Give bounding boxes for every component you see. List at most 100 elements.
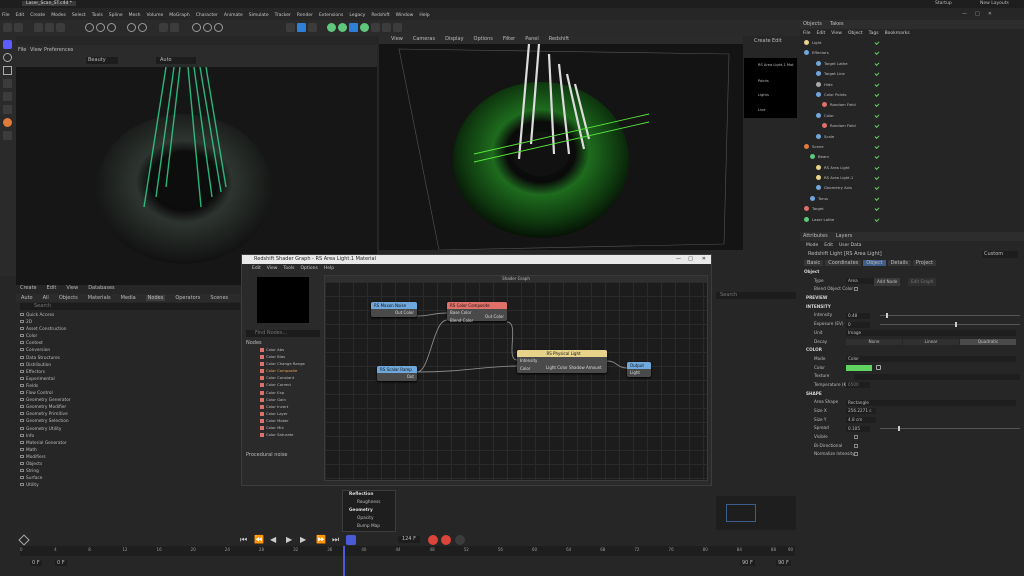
enabled-check-icon[interactable] <box>872 112 880 121</box>
paint-tool-icon[interactable] <box>3 118 12 127</box>
node-physical-light[interactable]: RS Physical Light Intensity Color Light Col… <box>517 350 607 373</box>
object-row[interactable]: Beam <box>800 152 1024 162</box>
enabled-check-icon[interactable] <box>872 39 880 48</box>
asset-tree-item[interactable]: Surface <box>20 475 82 482</box>
enabled-check-icon[interactable] <box>872 174 880 183</box>
loop-button[interactable] <box>346 535 356 545</box>
asset-search-input[interactable]: Search <box>20 303 240 310</box>
side-item-2[interactable]: Lights <box>758 93 769 97</box>
vp-right-menu-6[interactable]: Redshift <box>549 36 569 42</box>
graph-canvas[interactable]: Shader Graph RS Maxon Noise Out Color RS … <box>324 275 708 481</box>
menu-item-13[interactable]: Tracker <box>275 13 291 18</box>
asset-tab-0[interactable]: Auto <box>21 295 33 301</box>
asset-tree-item[interactable]: Quick Access <box>20 312 82 319</box>
object-row[interactable]: RS Area Light.1 <box>800 173 1024 183</box>
checkbox[interactable] <box>854 435 858 440</box>
close-icon[interactable]: ✕ <box>988 11 992 17</box>
menu-item-19[interactable]: Help <box>419 13 429 18</box>
object-row[interactable]: Scene <box>800 142 1024 152</box>
menu-item-7[interactable]: Mesh <box>129 13 141 18</box>
asset-tree-item[interactable]: Geometry Primitive <box>20 411 82 418</box>
sg-maximize-icon[interactable]: □ <box>688 255 693 264</box>
decay-option-1[interactable]: Linear <box>903 338 959 345</box>
keyframe-selection-icon[interactable] <box>455 535 465 545</box>
menu-item-17[interactable]: Redshift <box>371 13 389 18</box>
start-frame-field[interactable]: 0 F <box>30 560 42 566</box>
auto-dropdown[interactable]: Auto <box>156 57 196 64</box>
asset-tree-item[interactable]: Geometry Selection <box>20 418 82 425</box>
exposure-field[interactable]: 0 <box>846 321 870 328</box>
redo-button[interactable] <box>14 23 23 32</box>
menu-item-1[interactable]: Edit <box>16 13 25 18</box>
prop-slider[interactable] <box>880 426 1020 432</box>
asset-tree-item[interactable]: Context <box>20 340 82 347</box>
object-row[interactable]: Laser Lathe <box>800 215 1024 225</box>
object-row[interactable]: Color Points <box>800 90 1024 100</box>
material-popup-item[interactable]: Geometry <box>343 507 395 515</box>
asset-tree-item[interactable]: Experimental <box>20 376 82 383</box>
asset-tree-item[interactable]: Color <box>20 333 82 340</box>
attr-subtab-1[interactable]: Coordinates <box>825 260 862 266</box>
tab-objects[interactable]: Objects <box>803 21 822 27</box>
tab-attributes[interactable]: Attributes <box>803 233 828 239</box>
account-label[interactable]: Startup <box>935 1 952 6</box>
enabled-check-icon[interactable] <box>872 153 880 162</box>
material-popup-item[interactable]: Bump Map <box>343 523 395 531</box>
scene-button[interactable] <box>371 23 381 32</box>
enabled-check-icon[interactable] <box>872 143 880 152</box>
asset-tab-7[interactable]: Scenes <box>210 295 228 301</box>
menu-item-2[interactable]: Create <box>30 13 45 18</box>
checkbox[interactable] <box>854 443 858 448</box>
rotate-tool-icon[interactable] <box>3 53 12 62</box>
axis-z-button[interactable] <box>55 23 65 32</box>
attr-menu-2[interactable]: User Data <box>839 243 861 248</box>
asset-tree-item[interactable]: Objects <box>20 461 82 468</box>
enabled-check-icon[interactable] <box>872 101 880 110</box>
enabled-check-icon[interactable] <box>872 81 880 90</box>
menu-item-16[interactable]: Legacy <box>349 13 365 18</box>
node-scalar-ramp[interactable]: RS Scalar Ramp Out <box>377 366 417 381</box>
texture-field[interactable] <box>854 373 1020 380</box>
asset-tree-item[interactable]: Flow Control <box>20 390 82 397</box>
size-x-field[interactable]: 256.2271 c <box>846 408 876 415</box>
cloner-icon[interactable] <box>338 23 348 32</box>
point-mode-icon[interactable] <box>191 23 201 32</box>
enabled-check-icon[interactable] <box>872 91 880 100</box>
side-item-1[interactable]: Points <box>758 79 769 83</box>
asset-tab-2[interactable]: Objects <box>59 295 78 301</box>
vp-left-menu-view[interactable]: View <box>30 47 42 53</box>
record-icon[interactable] <box>428 535 438 545</box>
attr-subtab-4[interactable]: Project <box>912 260 937 266</box>
knife-tool-button[interactable] <box>3 92 12 101</box>
vp-right-menu-5[interactable]: Panel <box>525 36 539 42</box>
sg-minimize-icon[interactable]: — <box>676 255 681 264</box>
menu-item-12[interactable]: Simulate <box>249 13 269 18</box>
texture-mode-button[interactable] <box>170 23 180 32</box>
render-region-icon[interactable] <box>85 23 95 32</box>
spline-button[interactable] <box>307 23 317 32</box>
enabled-check-icon[interactable] <box>872 205 880 214</box>
obj-menu-0[interactable]: File <box>803 31 811 36</box>
asset-tree-item[interactable]: Conversion <box>20 347 82 354</box>
asset-tree-item[interactable]: Distribution <box>20 362 82 369</box>
node-color-composite[interactable]: RS Color Composite Base Color Blend Color O… <box>447 302 507 323</box>
prop-slider[interactable] <box>880 322 1020 328</box>
node-list-item[interactable]: Color Exp <box>260 389 316 396</box>
node-list-item[interactable]: Color Change Range <box>260 360 316 367</box>
extrude-tool-button[interactable] <box>3 105 12 114</box>
obj-menu-3[interactable]: Object <box>848 31 863 36</box>
menu-item-3[interactable]: Modes <box>51 13 66 18</box>
side-item-3[interactable]: Line <box>758 108 766 112</box>
sg-menu-3[interactable]: Options <box>301 266 318 271</box>
asset-tree-item[interactable]: Geometry Modifier <box>20 404 82 411</box>
find-nodes-input[interactable]: Find Nodes... <box>246 330 320 337</box>
next-key-icon[interactable]: ⏩ <box>316 535 326 544</box>
render-view-icon[interactable] <box>96 23 106 32</box>
temperature-field[interactable]: 6500 <box>846 382 870 389</box>
asset-menu-0[interactable]: Create <box>20 285 37 291</box>
asset-tree-item[interactable]: Material Generator <box>20 440 82 447</box>
menu-item-10[interactable]: Character <box>196 13 218 18</box>
object-row[interactable]: Scale <box>800 132 1024 142</box>
prev-key-icon[interactable]: ⏪ <box>254 535 264 544</box>
vp-right-menu-2[interactable]: Display <box>445 36 463 42</box>
